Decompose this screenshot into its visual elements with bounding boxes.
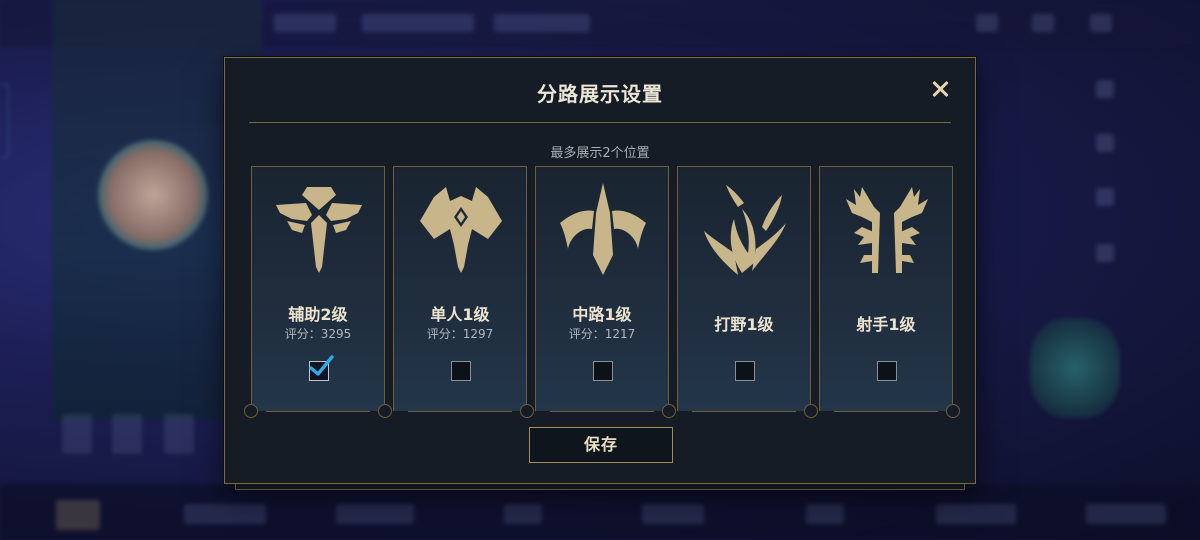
lane-score: 评分：3295 bbox=[284, 327, 352, 341]
lane-checkbox[interactable] bbox=[735, 361, 755, 381]
background-stat bbox=[112, 414, 142, 454]
lane-display-settings-dialog: 分路展示设置 最多展示2个位置 辅助2级 评分：3295 单人1级 评分：129… bbox=[224, 57, 976, 490]
card-notch bbox=[520, 404, 534, 418]
background-side-button bbox=[1096, 244, 1114, 262]
dialog-subtitle: 最多展示2个位置 bbox=[550, 146, 650, 161]
lane-card-support[interactable]: 辅助2级 评分：3295 bbox=[251, 166, 385, 412]
card-notch bbox=[804, 404, 818, 418]
card-border bbox=[408, 411, 512, 412]
card-notch bbox=[244, 404, 258, 418]
lane-score: 评分：1297 bbox=[426, 327, 494, 341]
lane-card-solo[interactable]: 单人1级 评分：1297 bbox=[393, 166, 527, 412]
lane-name: 中路1级 bbox=[572, 305, 632, 324]
background-side-tab bbox=[0, 84, 9, 158]
save-button[interactable]: 保存 bbox=[529, 427, 673, 463]
background-bottom-tab bbox=[642, 504, 704, 524]
jungle-icon bbox=[704, 185, 786, 275]
lane-checkbox[interactable] bbox=[593, 361, 613, 381]
close-icon[interactable] bbox=[929, 78, 951, 100]
background-stat bbox=[164, 414, 194, 454]
background-tab-pill bbox=[494, 14, 590, 32]
background-stat bbox=[62, 414, 92, 454]
lane-card-mid[interactable]: 中路1级 评分：1217 bbox=[535, 166, 669, 412]
card-notch bbox=[662, 404, 676, 418]
background-bottom-tab bbox=[336, 504, 414, 524]
lane-card-jungle[interactable]: 打野1级 bbox=[677, 166, 811, 412]
mid-lane-icon bbox=[560, 183, 646, 275]
marksman-icon bbox=[846, 187, 928, 273]
lane-name: 打野1级 bbox=[714, 315, 774, 334]
support-lane-icon bbox=[276, 187, 362, 273]
lane-card-marksman[interactable]: 射手1级 bbox=[819, 166, 953, 412]
checkmark-icon bbox=[309, 355, 334, 376]
background-tab-pill bbox=[274, 14, 336, 32]
lane-name: 单人1级 bbox=[430, 305, 490, 324]
solo-lane-icon bbox=[420, 187, 502, 273]
lane-name: 辅助2级 bbox=[288, 305, 348, 324]
background-button bbox=[976, 14, 998, 32]
lane-name: 射手1级 bbox=[856, 315, 916, 334]
background-button bbox=[1032, 14, 1054, 32]
background-rank-emblem bbox=[1030, 318, 1120, 418]
card-notch bbox=[946, 404, 960, 418]
background-avatar bbox=[98, 140, 208, 250]
dialog-title: 分路展示设置 bbox=[537, 82, 663, 106]
card-notch bbox=[378, 404, 392, 418]
background-bottom-tab bbox=[936, 504, 1016, 524]
background-side-button bbox=[1096, 188, 1114, 206]
lane-checkbox[interactable] bbox=[451, 361, 471, 381]
card-border bbox=[266, 411, 370, 412]
background-bottom-tab bbox=[806, 504, 844, 524]
background-bottom-bar bbox=[0, 484, 1200, 540]
background-side-button bbox=[1096, 80, 1114, 98]
lane-checkbox[interactable] bbox=[309, 355, 334, 381]
background-button bbox=[1090, 14, 1112, 32]
card-border bbox=[550, 411, 654, 412]
background-side-button bbox=[1096, 134, 1114, 152]
background-bottom-tab bbox=[56, 500, 100, 530]
lane-checkbox[interactable] bbox=[877, 361, 897, 381]
background-bottom-tab bbox=[1086, 504, 1166, 524]
lane-score: 评分：1217 bbox=[568, 327, 636, 341]
card-border bbox=[834, 411, 938, 412]
card-border bbox=[692, 411, 796, 412]
background-bottom-tab bbox=[184, 504, 266, 524]
background-tab-pill bbox=[362, 14, 474, 32]
background-bottom-tab bbox=[504, 504, 542, 524]
title-divider bbox=[249, 122, 951, 123]
